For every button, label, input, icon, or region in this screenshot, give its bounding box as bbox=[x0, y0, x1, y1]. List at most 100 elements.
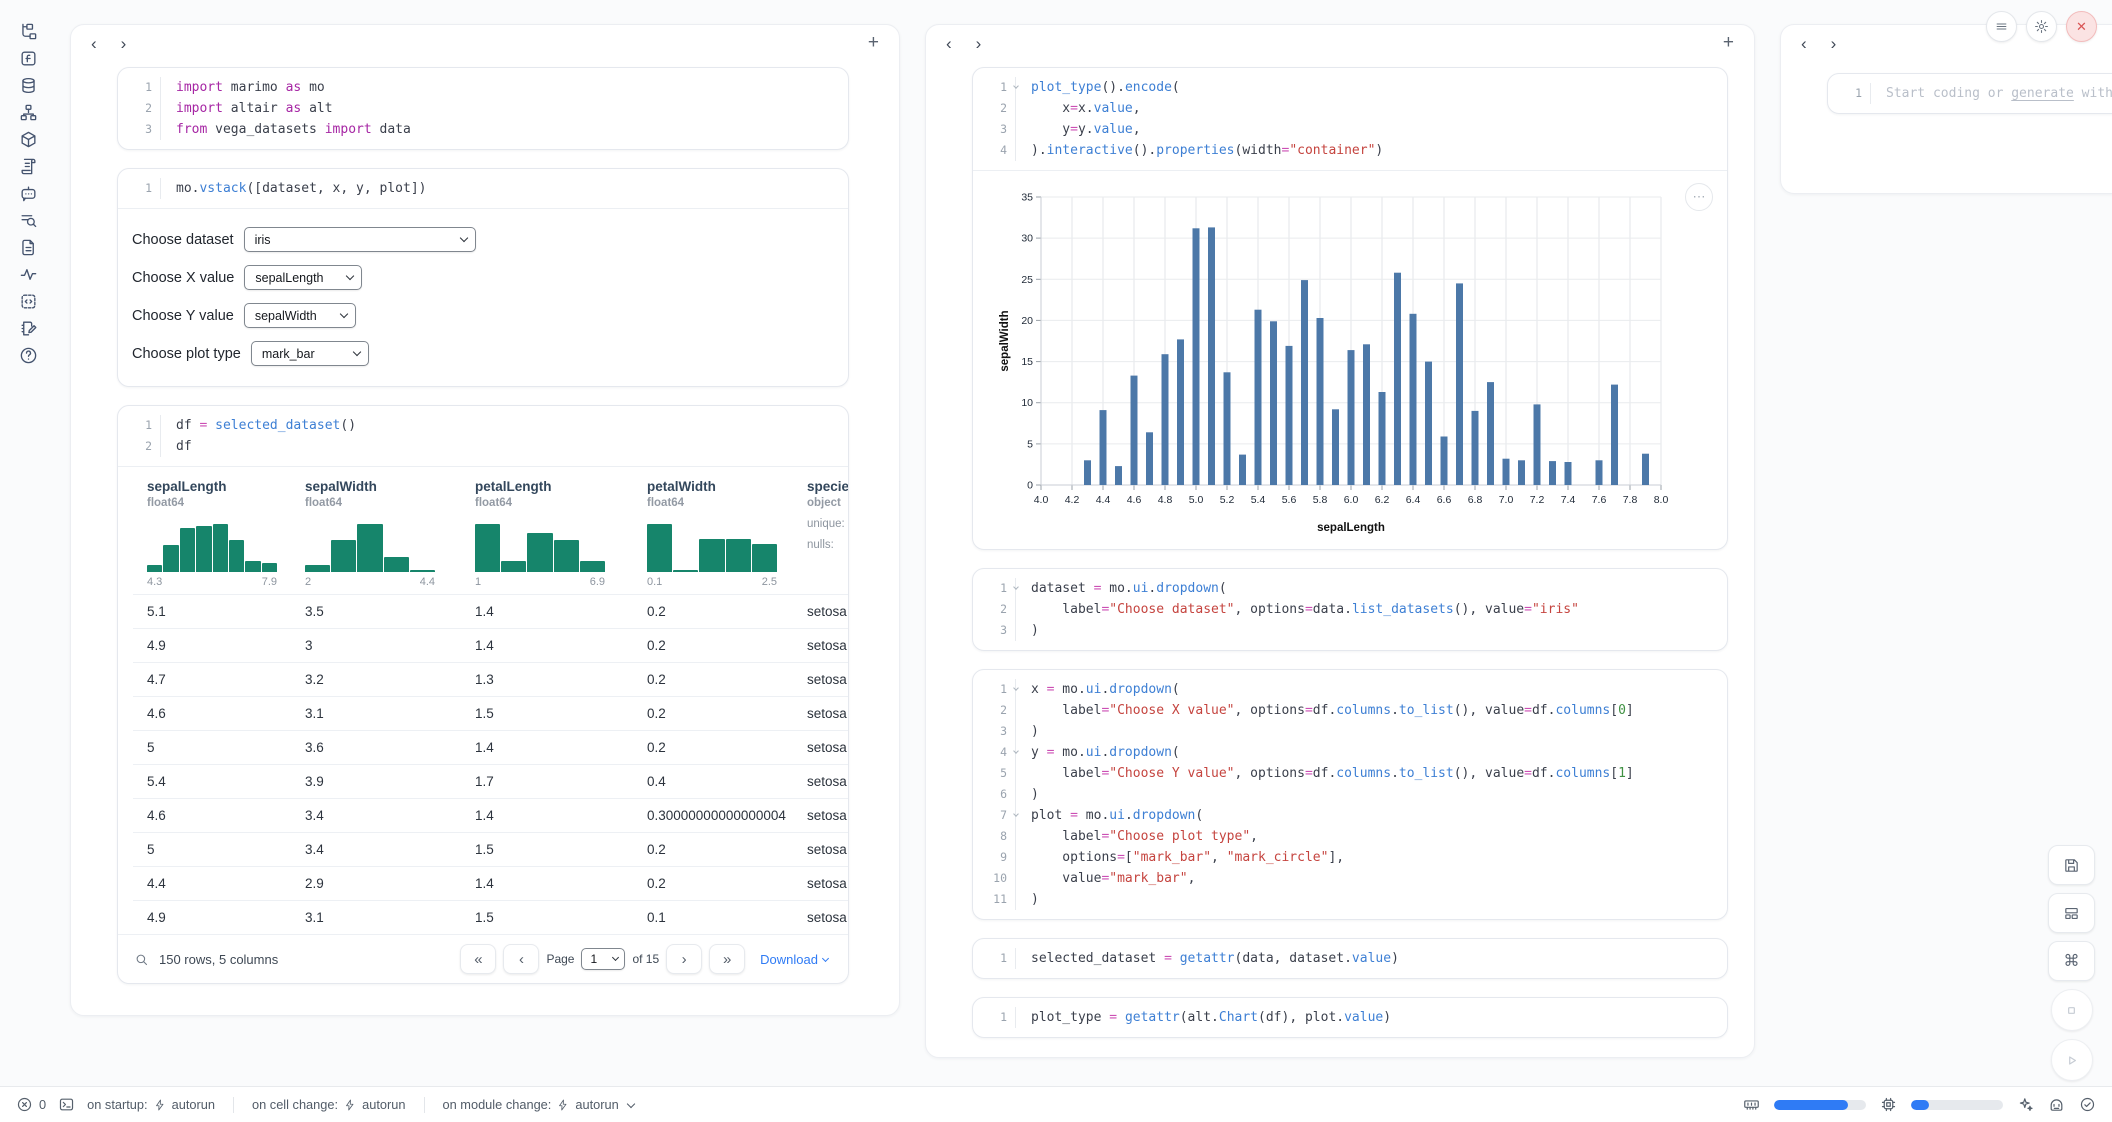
dropdown-select[interactable]: sepalLength bbox=[244, 265, 362, 290]
code-editor[interactable]: 1df = selected_dataset()2df bbox=[118, 406, 848, 466]
menu-button[interactable] bbox=[1986, 11, 2017, 42]
table-row[interactable]: 4.93.11.50.1setosa bbox=[133, 901, 848, 935]
table-row[interactable]: 4.63.11.50.2setosa bbox=[133, 697, 848, 731]
table-row[interactable]: 53.61.40.2setosa bbox=[133, 731, 848, 765]
stop-button[interactable] bbox=[2051, 989, 2093, 1031]
table-cell: setosa bbox=[793, 663, 848, 697]
column-header-petalLength[interactable]: petalLengthfloat6416.9 bbox=[461, 467, 633, 595]
prev-page-button[interactable]: ‹ bbox=[503, 944, 539, 974]
next-page-button[interactable]: › bbox=[666, 944, 702, 974]
error-circle-icon bbox=[16, 1096, 33, 1113]
code-editor[interactable]: 1x = mo.ui.dropdown(2 label="Choose X va… bbox=[973, 670, 1727, 919]
dropdown-select[interactable]: mark_bar bbox=[251, 341, 369, 366]
column-header-species[interactable]: speciesobjectunique:nulls: bbox=[793, 467, 848, 595]
database-icon[interactable] bbox=[19, 76, 38, 95]
package-icon[interactable] bbox=[19, 130, 38, 149]
add-cell-button[interactable]: + bbox=[1723, 32, 1734, 54]
table-row[interactable]: 4.42.91.40.2setosa bbox=[133, 867, 848, 901]
table-row[interactable]: 4.63.41.40.30000000000000004setosa bbox=[133, 799, 848, 833]
next-column-button[interactable]: › bbox=[1831, 35, 1837, 52]
dropdown-choose-plot-type[interactable]: mark_bar bbox=[251, 341, 369, 366]
code-editor[interactable]: 1Start coding or generate with AI bbox=[1828, 74, 2112, 113]
runtime-on-module-change[interactable]: on module change: autorun bbox=[443, 1097, 634, 1112]
status-check-icon[interactable] bbox=[2079, 1096, 2096, 1113]
dependency-graph-icon[interactable] bbox=[19, 103, 38, 122]
errors-indicator[interactable]: 0 bbox=[16, 1096, 46, 1113]
code-editor[interactable]: 1mo.vstack([dataset, x, y, plot]) bbox=[118, 169, 848, 208]
prev-column-button[interactable]: ‹ bbox=[91, 35, 97, 52]
download-button[interactable]: Download bbox=[760, 952, 828, 967]
notebook-column-1: ‹ › + 1import marimo as mo2import altair… bbox=[70, 24, 900, 1016]
notebook-edit-icon[interactable] bbox=[19, 319, 38, 338]
runtime-on-cell-change[interactable]: on cell change: autorun bbox=[252, 1097, 406, 1112]
table-row[interactable]: 5.43.91.70.4setosa bbox=[133, 765, 848, 799]
table-row[interactable]: 4.931.40.2setosa bbox=[133, 629, 848, 663]
code-editor[interactable]: 1import marimo as mo2import altair as al… bbox=[118, 68, 848, 149]
column-histogram[interactable] bbox=[305, 524, 435, 572]
logs-search-icon[interactable] bbox=[19, 211, 38, 230]
terminal-button[interactable] bbox=[58, 1096, 75, 1113]
tracing-activity-icon[interactable] bbox=[19, 265, 38, 284]
function-icon[interactable] bbox=[19, 49, 38, 68]
shutdown-button[interactable]: ✕ bbox=[2066, 11, 2097, 42]
code-editor[interactable]: 1plot_type = getattr(alt.Chart(df), plot… bbox=[973, 998, 1727, 1037]
fold-chevron-icon[interactable] bbox=[1013, 685, 1019, 691]
dropdown-select[interactable]: iris bbox=[244, 227, 476, 252]
table-row[interactable]: 4.73.21.30.2setosa bbox=[133, 663, 848, 697]
assistant-robot-icon[interactable] bbox=[2048, 1096, 2065, 1113]
code-line: 4y = mo.ui.dropdown( bbox=[973, 742, 1713, 763]
save-button[interactable] bbox=[2048, 845, 2095, 885]
first-page-button[interactable]: « bbox=[460, 944, 496, 974]
prev-column-button[interactable]: ‹ bbox=[946, 35, 952, 52]
settings-button[interactable] bbox=[2026, 11, 2057, 42]
table-scroll-area[interactable]: sepalLengthfloat644.37.9sepalWidthfloat6… bbox=[118, 467, 848, 934]
fold-chevron-icon[interactable] bbox=[1013, 811, 1019, 817]
column-header-sepalWidth[interactable]: sepalWidthfloat6424.4 bbox=[291, 467, 461, 595]
table-row[interactable]: 5.13.51.40.2setosa bbox=[133, 595, 848, 629]
table-cell: setosa bbox=[793, 629, 848, 663]
last-page-button[interactable]: » bbox=[709, 944, 745, 974]
notebook-cell: 1plot_type().encode(2 x=x.value,3 y=y.va… bbox=[972, 67, 1728, 550]
dropdown-choose-dataset[interactable]: iris bbox=[244, 227, 476, 252]
cpu-usage-meter[interactable] bbox=[1911, 1100, 2003, 1110]
code-editor[interactable]: 1plot_type().encode(2 x=x.value,3 y=y.va… bbox=[973, 68, 1727, 170]
help-icon[interactable] bbox=[19, 346, 38, 365]
documentation-icon[interactable] bbox=[19, 238, 38, 257]
column-histogram[interactable] bbox=[647, 524, 777, 572]
prev-column-button[interactable]: ‹ bbox=[1801, 35, 1807, 52]
code-editor[interactable]: 1dataset = mo.ui.dropdown(2 label="Choos… bbox=[973, 569, 1727, 650]
ram-usage-meter[interactable] bbox=[1774, 1100, 1866, 1110]
fold-chevron-icon[interactable] bbox=[1013, 584, 1019, 590]
column-header-sepalLength[interactable]: sepalLengthfloat644.37.9 bbox=[133, 467, 291, 595]
search-icon[interactable] bbox=[134, 952, 149, 967]
next-column-button[interactable]: › bbox=[976, 35, 982, 52]
runtime-on-startup[interactable]: on startup: autorun bbox=[87, 1097, 215, 1112]
dropdown-choose-y-value[interactable]: sepalWidth bbox=[244, 303, 356, 328]
dropdown-choose-x-value[interactable]: sepalLength bbox=[244, 265, 362, 290]
page-select[interactable]: 1 bbox=[581, 948, 625, 970]
layout-button[interactable] bbox=[2048, 893, 2095, 933]
snippets-scroll-icon[interactable] bbox=[19, 157, 38, 176]
add-cell-button[interactable]: + bbox=[868, 32, 879, 54]
column-histogram[interactable] bbox=[475, 524, 605, 572]
scratchpad-code-icon[interactable] bbox=[19, 292, 38, 311]
page-select-input[interactable]: 1 bbox=[581, 948, 625, 970]
next-column-button[interactable]: › bbox=[121, 35, 127, 52]
svg-text:7.4: 7.4 bbox=[1561, 494, 1576, 506]
dropdown-select[interactable]: sepalWidth bbox=[244, 303, 356, 328]
fold-chevron-icon[interactable] bbox=[1013, 83, 1019, 89]
keyboard-shortcuts-button[interactable]: ⌘ bbox=[2048, 941, 2095, 981]
table-row[interactable]: 53.41.50.2setosa bbox=[133, 833, 848, 867]
code-text: value="mark_bar", bbox=[1031, 868, 1195, 889]
code-editor[interactable]: 1selected_dataset = getattr(data, datase… bbox=[973, 939, 1727, 978]
column-header-petalWidth[interactable]: petalWidthfloat640.12.5 bbox=[633, 467, 793, 595]
code-line: 1plot_type().encode( bbox=[973, 77, 1713, 98]
run-button[interactable] bbox=[2051, 1039, 2093, 1081]
ai-sparkles-icon[interactable] bbox=[2017, 1096, 2034, 1113]
altair-chart[interactable]: 4.04.24.44.64.85.05.25.45.65.86.06.26.46… bbox=[995, 185, 1727, 541]
chatbot-icon[interactable] bbox=[19, 184, 38, 203]
chart-menu-button[interactable]: ⋯ bbox=[1685, 183, 1713, 211]
column-histogram[interactable] bbox=[147, 524, 277, 572]
file-tree-icon[interactable] bbox=[19, 22, 38, 41]
fold-chevron-icon[interactable] bbox=[1013, 748, 1019, 754]
